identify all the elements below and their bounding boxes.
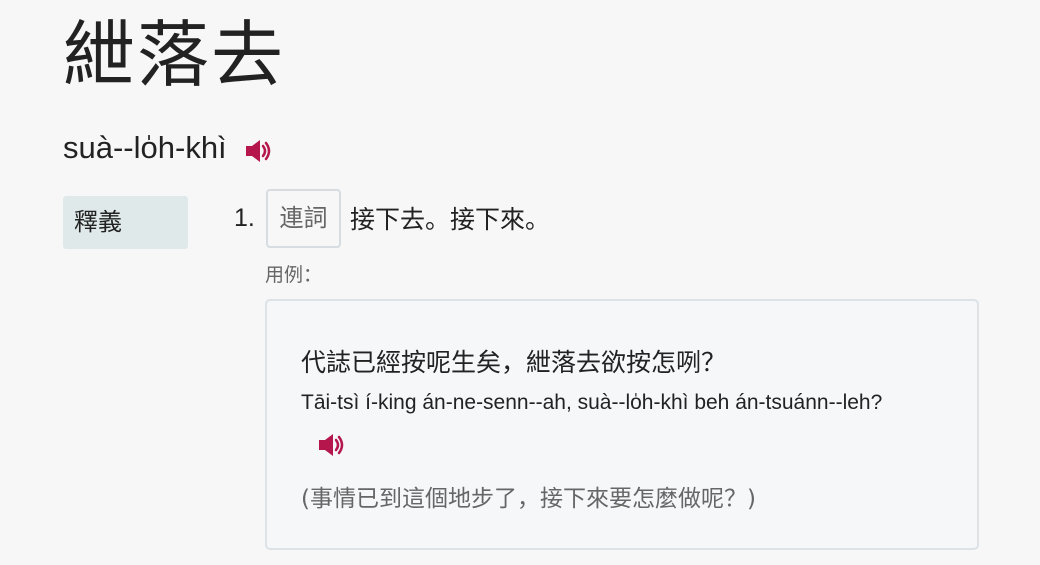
speaker-icon (319, 434, 344, 456)
sense-definition: 接下去。接下來。 (350, 205, 551, 234)
headword: 紲落去 (63, 13, 286, 97)
headword-romanization: suà--lo̍h-khì (63, 130, 227, 165)
example-translation: (事情已到這個地步了，接下來要怎麼做呢？) (301, 486, 756, 512)
example-label: 用例： (265, 264, 323, 286)
dictionary-entry-page: 紲落去 suà--lo̍h-khì 釋義 1. 連詞 接下去。接下來。 用例： … (0, 0, 1040, 565)
example-sentence-romanization: Tāi-tsì í-king án-ne-senn--ah, suà--lo̍h… (301, 391, 883, 414)
sense-number: 1. (234, 203, 255, 232)
example-box: 代誌已經按呢生矣，紲落去欲按怎咧？ Tāi-tsì í-king án-ne-s… (265, 299, 979, 550)
part-of-speech-tag: 連詞 (266, 188, 341, 248)
speaker-icon (245, 140, 270, 162)
sense-item: 1. 連詞 接下去。接下來。 (234, 188, 550, 248)
example-sentence-han: 代誌已經按呢生矣，紲落去欲按怎咧？ (301, 348, 727, 377)
play-example-audio-button[interactable] (318, 433, 345, 457)
pronunciation-row: suà--lo̍h-khì (63, 128, 272, 168)
play-headword-audio-button[interactable] (245, 139, 272, 163)
definition-section-label: 釋義 (63, 196, 188, 249)
